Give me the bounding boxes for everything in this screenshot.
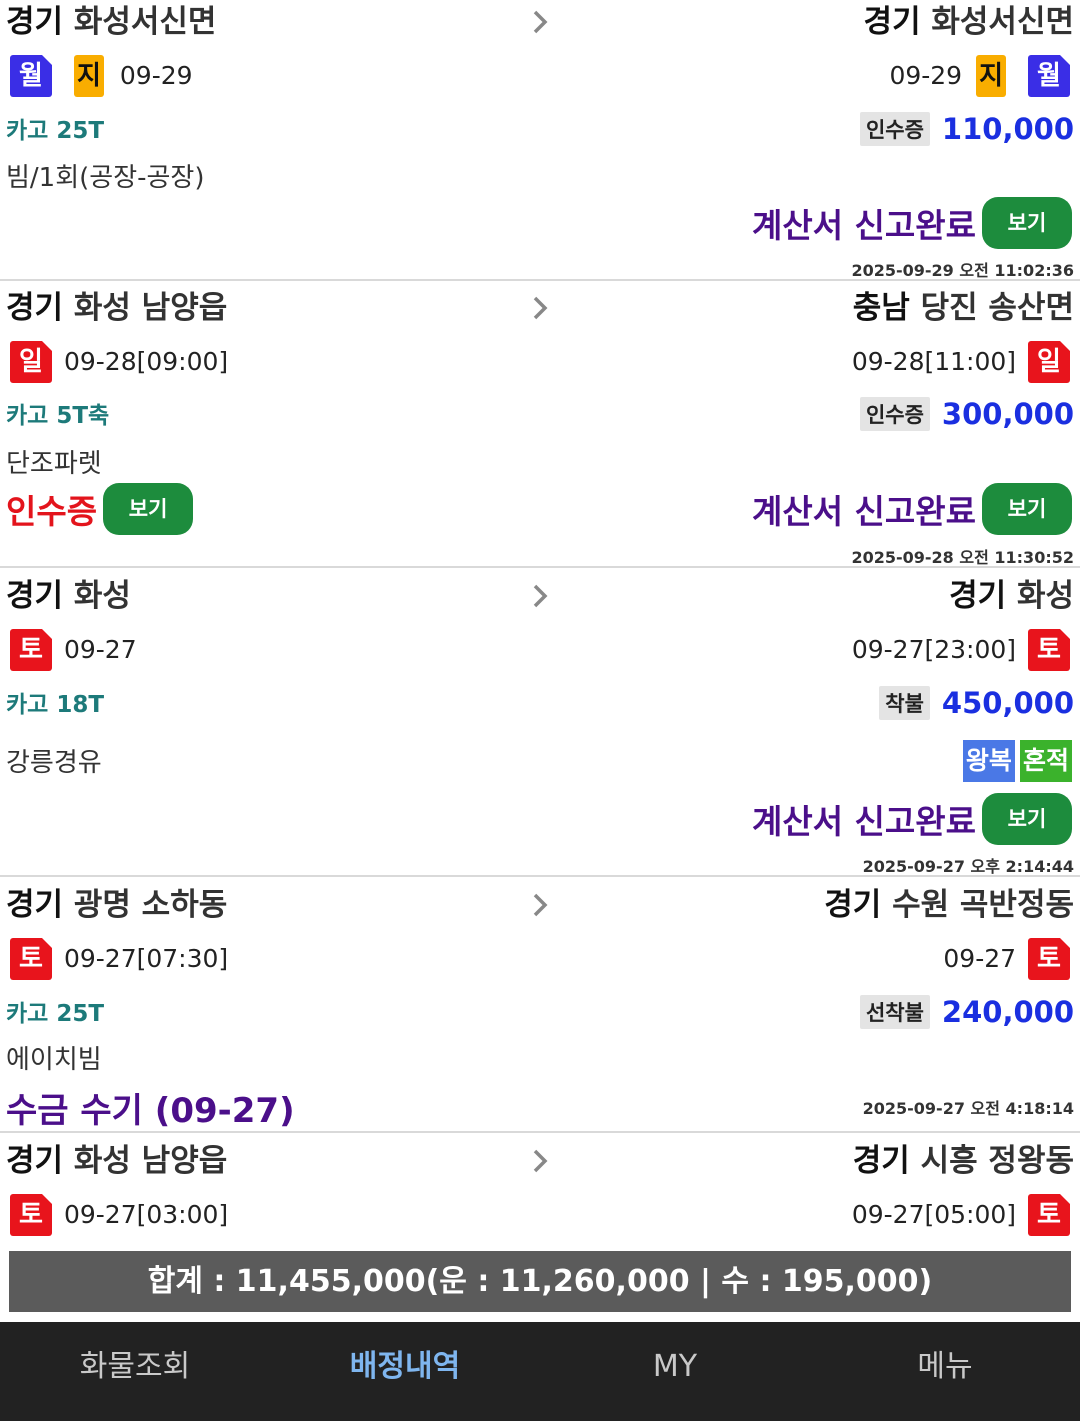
destination-location: 충남 당진 송산면 xyxy=(852,290,1074,326)
timestamp: 2025-09-28 오전 11:30:52 xyxy=(851,548,1074,567)
view-button[interactable]: 보기 xyxy=(982,197,1072,249)
payment-type: 선착불 xyxy=(859,995,930,1029)
invoice-status-row: 계산서 신고완료 보기 xyxy=(752,483,1072,535)
destination-schedule: 09-29 지 월 xyxy=(889,55,1070,97)
origin-schedule: 월 지 09-29 xyxy=(10,55,193,97)
destination-location: 경기 화성서신면 xyxy=(863,4,1074,40)
view-button[interactable]: 보기 xyxy=(982,793,1072,845)
payment-type: 착불 xyxy=(879,686,930,720)
timestamp: 2025-09-29 오전 11:02:36 xyxy=(851,261,1074,280)
payment-type: 인수증 xyxy=(859,397,930,431)
view-button[interactable]: 보기 xyxy=(982,483,1072,535)
origin-location: 경기 화성 남양읍 xyxy=(6,290,228,326)
day-badge: 토 xyxy=(10,1194,52,1236)
nav-tab-my[interactable]: MY xyxy=(540,1322,810,1421)
day-badge: 월 xyxy=(1028,55,1070,97)
origin-location: 경기 화성 xyxy=(6,578,131,614)
chevron-right-icon xyxy=(533,584,548,608)
timestamp: 2025-09-27 오후 2:14:44 xyxy=(862,857,1074,876)
cargo-description: 단조파렛 xyxy=(6,449,102,479)
destination-schedule: 09-27[23:00] 토 xyxy=(852,629,1070,671)
day-badge: 토 xyxy=(1028,938,1070,980)
bottom-navigation: 화물조회 배정내역 MY 메뉴 xyxy=(0,1322,1080,1421)
destination-schedule: 09-28[11:00] 일 xyxy=(852,341,1070,383)
destination-date: 09-29 xyxy=(889,61,963,90)
receipt-status: 인수증 xyxy=(6,492,98,531)
timestamp: 2025-09-27 오전 4:18:14 xyxy=(862,1099,1074,1118)
day-badge: 일 xyxy=(10,341,52,383)
origin-schedule: 토 09-27 xyxy=(10,629,137,671)
origin-schedule: 토 09-27[07:30] xyxy=(10,938,228,980)
nav-tab-freight-search[interactable]: 화물조회 xyxy=(0,1322,270,1421)
invoice-status: 계산서 신고완료 xyxy=(751,802,976,841)
invoice-status-row: 계산서 신고완료 보기 xyxy=(752,197,1072,249)
day-badge: 일 xyxy=(1028,341,1070,383)
dispatch-entry[interactable]: 경기 화성 남양읍 충남 당진 송산면 일 09-28[09:00] 09-28… xyxy=(0,281,1080,568)
load-badge: 지 xyxy=(976,55,1007,97)
origin-location: 경기 화성서신면 xyxy=(6,4,217,40)
destination-date: 09-27[23:00] xyxy=(851,635,1017,664)
dispatch-entry[interactable]: 경기 화성서신면 경기 화성서신면 월 지 09-29 09-29 지 월 카고… xyxy=(0,0,1080,281)
chevron-right-icon xyxy=(533,10,548,34)
origin-schedule: 일 09-28[09:00] xyxy=(10,341,228,383)
destination-schedule: 09-27[05:00] 토 xyxy=(852,1194,1070,1236)
receipt-view-button[interactable]: 보기 xyxy=(103,483,194,535)
truck-type: 카고 25T xyxy=(6,118,105,144)
chevron-right-icon xyxy=(533,1149,548,1173)
fare: 선착불 240,000 xyxy=(859,995,1074,1029)
day-badge: 토 xyxy=(1028,629,1070,671)
destination-date: 09-27[05:00] xyxy=(851,1200,1017,1229)
dispatch-entry[interactable]: 경기 광명 소하동 경기 수원 곡반정동 토 09-27[07:30] 09-2… xyxy=(0,877,1080,1133)
cargo-description: 강릉경유 xyxy=(6,748,102,778)
dispatch-entry[interactable]: 경기 화성 남양읍 경기 시흥 정왕동 토 09-27[03:00] 09-27… xyxy=(0,1133,1080,1248)
fare: 인수증 110,000 xyxy=(859,112,1074,146)
day-badge: 월 xyxy=(10,55,52,97)
invoice-status: 계산서 신고완료 xyxy=(751,206,976,245)
tags: 왕복 혼적 xyxy=(962,740,1072,782)
origin-date: 09-27[03:00] xyxy=(63,1200,229,1229)
truck-type: 카고 5T축 xyxy=(6,403,110,429)
receipt-status-row: 인수증 보기 xyxy=(6,483,194,535)
fare: 착불 450,000 xyxy=(879,686,1074,720)
dispatch-entry[interactable]: 경기 화성 경기 화성 토 09-27 09-27[23:00] 토 카고 18… xyxy=(0,568,1080,877)
truck-type: 카고 18T xyxy=(6,692,105,718)
origin-location: 경기 광명 소하동 xyxy=(6,887,228,923)
day-badge: 토 xyxy=(10,629,52,671)
price: 110,000 xyxy=(941,112,1074,146)
cargo-description: 에이치빔 xyxy=(6,1045,102,1075)
destination-schedule: 09-27 토 xyxy=(943,938,1070,980)
destination-location: 경기 화성 xyxy=(949,578,1074,614)
nav-tab-dispatch-history[interactable]: 배정내역 xyxy=(270,1322,540,1421)
origin-date: 09-27[07:30] xyxy=(63,944,229,973)
nav-tab-menu[interactable]: 메뉴 xyxy=(810,1322,1080,1421)
chevron-right-icon xyxy=(533,296,548,320)
origin-location: 경기 화성 남양읍 xyxy=(6,1143,228,1179)
mixed-load-tag: 혼적 xyxy=(1019,740,1072,782)
origin-date: 09-28[09:00] xyxy=(63,347,229,376)
destination-date: 09-28[11:00] xyxy=(851,347,1017,376)
invoice-status-row: 계산서 신고완료 보기 xyxy=(752,793,1072,845)
payment-type: 인수증 xyxy=(859,112,930,146)
fare: 인수증 300,000 xyxy=(859,397,1074,431)
total-summary-bar: 합계 : 11,455,000(운 : 11,260,000 | 수 : 195… xyxy=(9,1251,1071,1312)
price: 240,000 xyxy=(941,995,1074,1029)
collection-status: 수금 수기 (09-27) xyxy=(6,1091,295,1131)
day-badge: 토 xyxy=(10,938,52,980)
price: 450,000 xyxy=(941,686,1074,720)
price: 300,000 xyxy=(941,397,1074,431)
chevron-right-icon xyxy=(533,893,548,917)
origin-date: 09-29 xyxy=(119,61,193,90)
dispatch-list: 경기 화성서신면 경기 화성서신면 월 지 09-29 09-29 지 월 카고… xyxy=(0,0,1080,1248)
truck-type: 카고 25T xyxy=(6,1001,105,1027)
origin-date: 09-27 xyxy=(63,635,137,664)
invoice-status: 계산서 신고완료 xyxy=(751,492,976,531)
destination-location: 경기 시흥 정왕동 xyxy=(852,1143,1074,1179)
day-badge: 토 xyxy=(1028,1194,1070,1236)
load-badge: 지 xyxy=(73,55,104,97)
round-trip-tag: 왕복 xyxy=(962,740,1015,782)
origin-schedule: 토 09-27[03:00] xyxy=(10,1194,228,1236)
destination-date: 09-27 xyxy=(943,944,1017,973)
destination-location: 경기 수원 곡반정동 xyxy=(824,887,1074,923)
cargo-description: 빔/1회(공장-공장) xyxy=(6,163,205,193)
